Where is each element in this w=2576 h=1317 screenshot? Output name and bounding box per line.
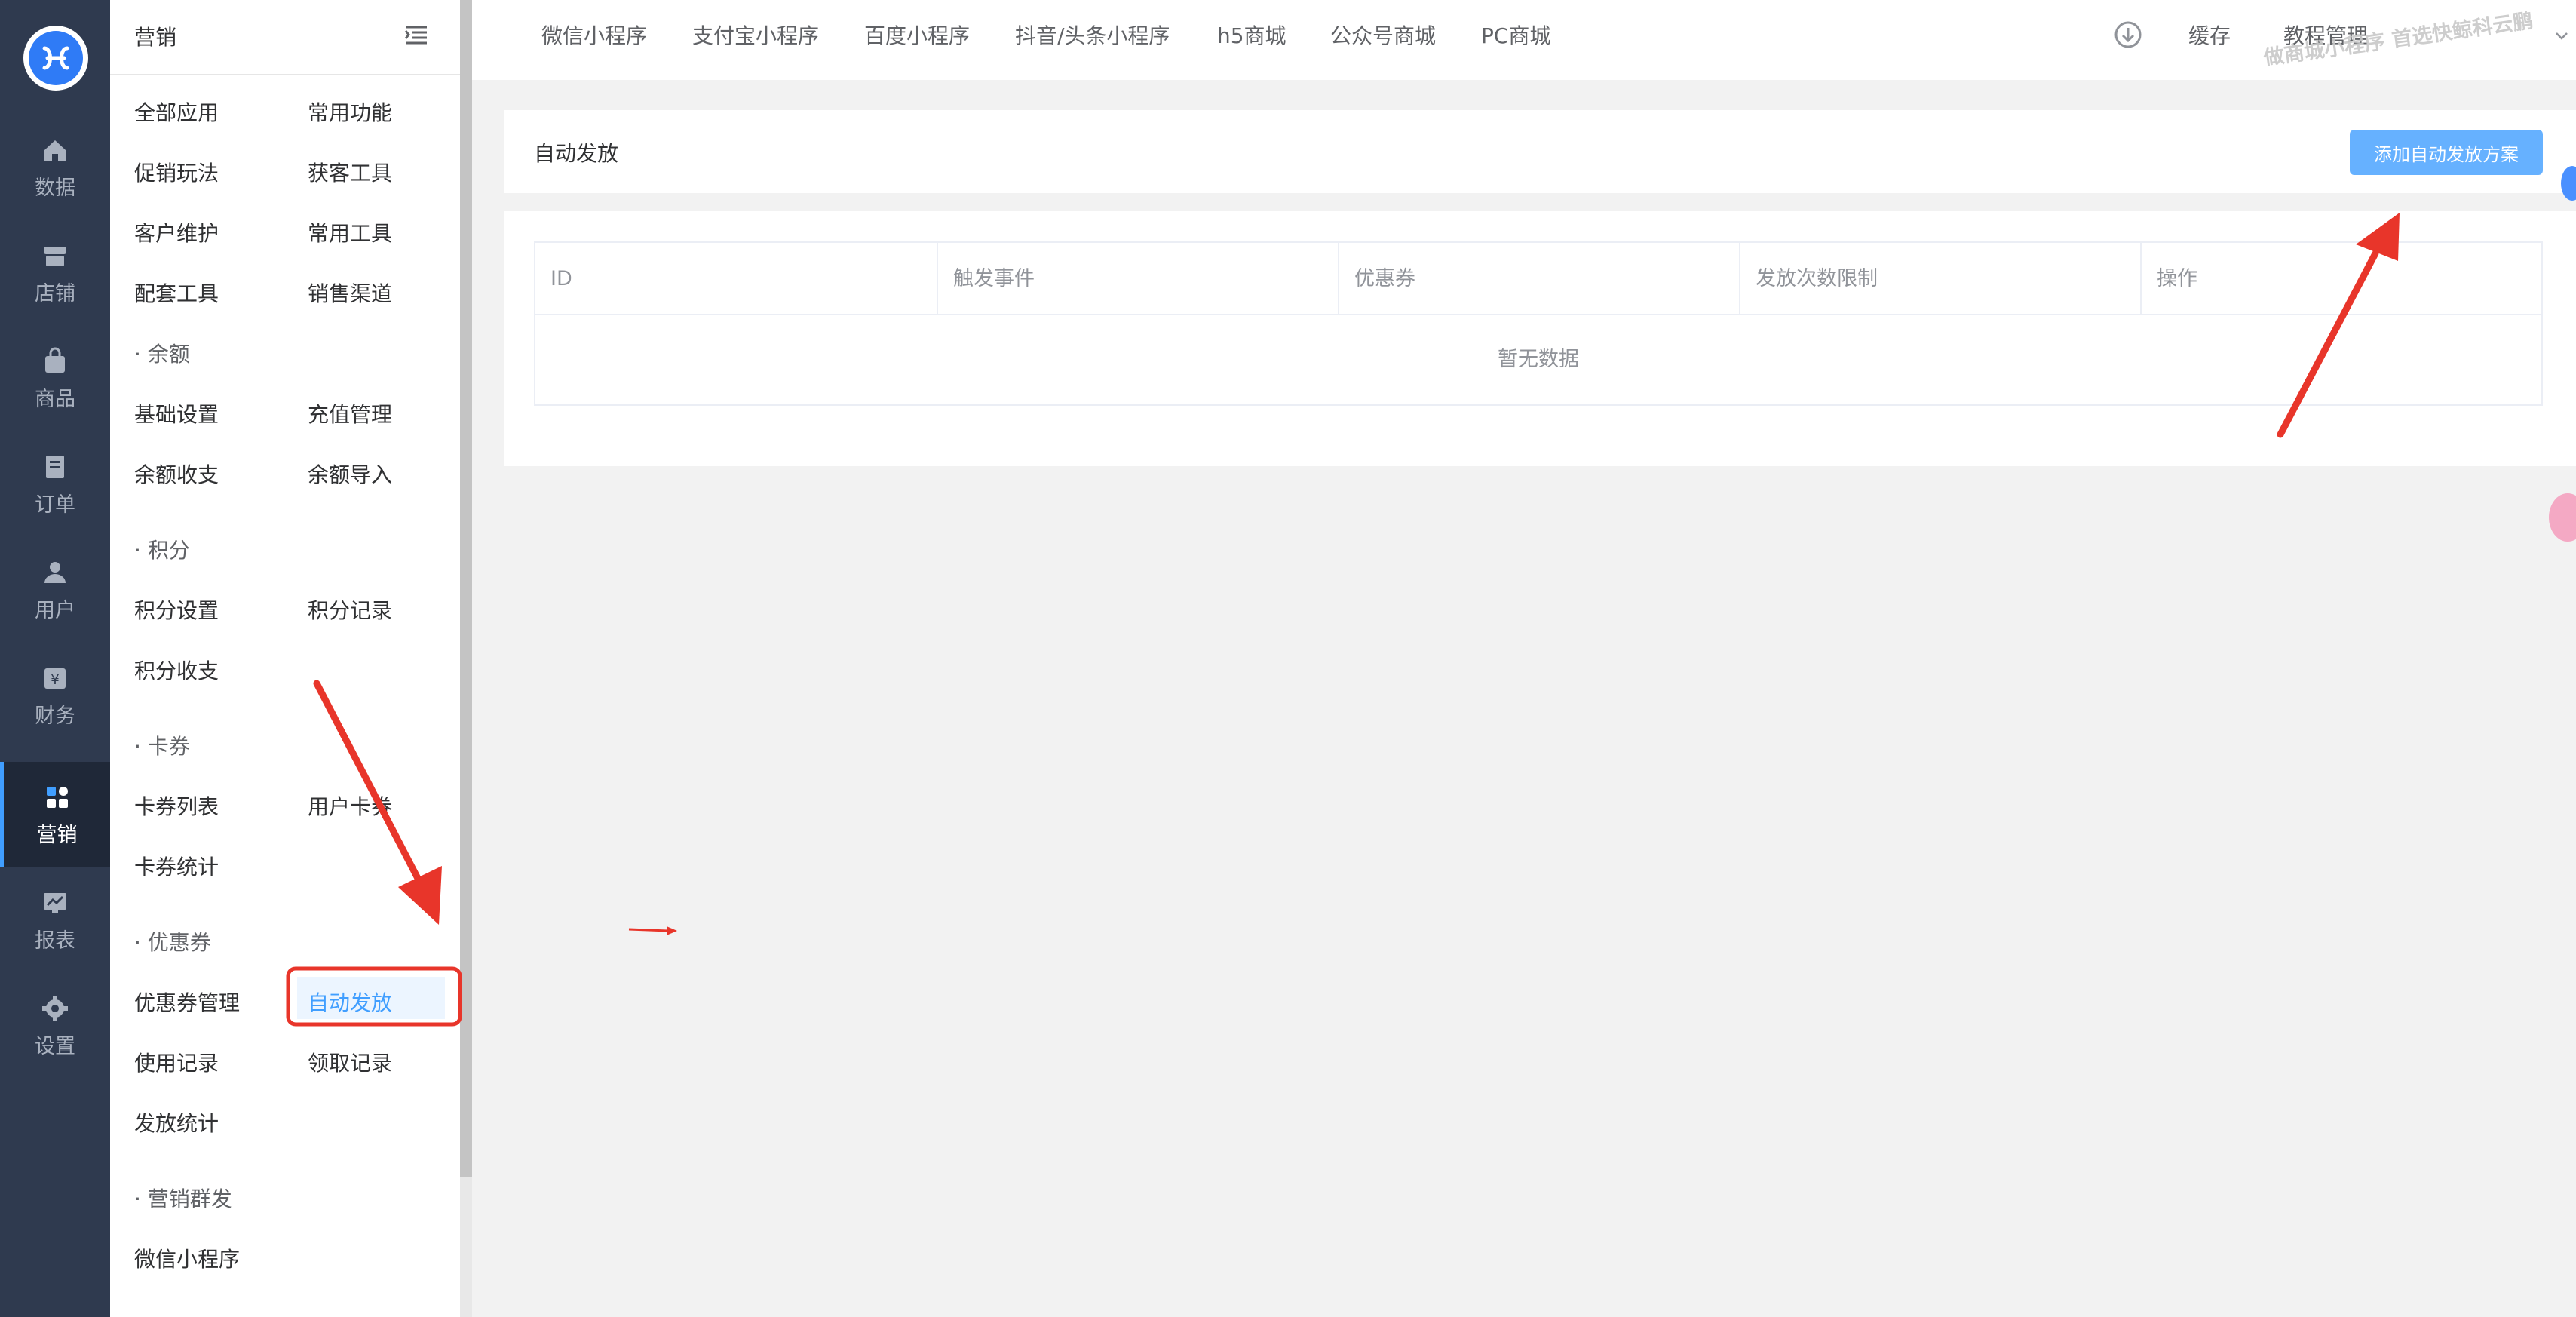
menu-item-recharge[interactable]: 充值管理: [308, 398, 392, 428]
menu-item-usage-record[interactable]: 使用记录: [134, 1047, 219, 1077]
section-balance: · 余额: [134, 342, 190, 367]
order-icon: [46, 455, 64, 478]
menu-item-card-stats[interactable]: 卡券统计: [134, 851, 219, 881]
left-rail: 数据 店铺 商品 订单 用户 ¥ 财务 营销 报表 设置: [0, 0, 110, 1317]
menu-item-balance-import[interactable]: 余额导入: [308, 459, 392, 489]
column-header-limit: 发放次数限制: [1740, 243, 2142, 315]
empty-state-text: 暂无数据: [1498, 348, 1579, 371]
nav-baidu-mini[interactable]: 百度小程序: [864, 20, 970, 50]
column-header-actions: 操作: [2157, 267, 2197, 290]
submenu-scrollbar[interactable]: [460, 0, 472, 1177]
grid-icon: [46, 786, 68, 808]
nav-official-mall[interactable]: 公众号商城: [1330, 20, 1436, 50]
finance-icon: ¥: [44, 668, 66, 689]
annotation-small-arrow: [628, 926, 677, 935]
section-cards: · 卡券: [134, 734, 190, 759]
column-header-coupon: 优惠券: [1339, 243, 1740, 315]
submenu-header: 营销: [110, 0, 460, 75]
column-header-trigger: 触发事件: [938, 243, 1339, 315]
menu-item-wechat-mini[interactable]: 微信小程序: [134, 1243, 240, 1273]
nav-alipay-mini[interactable]: 支付宝小程序: [692, 20, 819, 50]
floating-badge[interactable]: [2561, 166, 2576, 201]
user-icon: [44, 561, 66, 583]
nav-douyin-mini[interactable]: 抖音/头条小程序: [1015, 20, 1170, 50]
table-header: ID 触发事件 优惠券 发放次数限制 操作: [535, 243, 2541, 315]
menu-item-issue-stats[interactable]: 发放统计: [134, 1107, 219, 1137]
rail-label: 报表: [35, 929, 75, 953]
app-logo[interactable]: [23, 26, 88, 91]
rail-label: 店铺: [35, 281, 75, 305]
home-icon: [44, 140, 66, 161]
rail-label: 商品: [35, 387, 75, 411]
menu-item-coupon-manage[interactable]: 优惠券管理: [134, 987, 240, 1017]
menu-item-all-apps[interactable]: 全部应用: [134, 97, 219, 127]
marketing-submenu: 营销 全部应用 常用功能 促销玩法 获客工具 客户维护 常用工具 配套工具 销售…: [110, 0, 460, 1317]
logo-icon: [29, 31, 83, 85]
menu-item-promo[interactable]: 促销玩法: [134, 157, 219, 187]
download-icon[interactable]: [2113, 20, 2143, 50]
rail-item-finance[interactable]: ¥ 财务: [0, 643, 110, 748]
rail-item-data[interactable]: 数据: [0, 115, 110, 220]
column-header-id: ID: [535, 243, 938, 315]
section-points: · 积分: [134, 538, 190, 563]
table-card: ID 触发事件 优惠券 发放次数限制 操作 暂无数据: [504, 211, 2576, 466]
menu-item-channels[interactable]: 销售渠道: [308, 278, 392, 308]
bag-icon: [45, 347, 65, 373]
rail-label: 用户: [35, 598, 75, 622]
menu-item-support[interactable]: 配套工具: [134, 278, 219, 308]
floating-service-button[interactable]: [2549, 493, 2576, 542]
menu-item-balance-flow[interactable]: 余额收支: [134, 459, 219, 489]
chevron-down-icon[interactable]: [2553, 27, 2570, 44]
rail-label: 营销: [36, 823, 78, 847]
menu-item-acquire[interactable]: 获客工具: [308, 157, 392, 187]
rail-label: 设置: [35, 1034, 75, 1058]
nav-h5-mall[interactable]: h5商城: [1217, 20, 1286, 50]
page-header-card: 自动发放 添加自动发放方案: [504, 110, 2576, 193]
chart-icon: [44, 892, 66, 913]
menu-item-points-flow[interactable]: 积分收支: [134, 655, 219, 685]
section-mass-send: · 营销群发: [134, 1187, 232, 1211]
rail-item-reports[interactable]: 报表: [0, 867, 110, 973]
rail-label: 订单: [35, 493, 75, 517]
add-auto-issue-button[interactable]: 添加自动发放方案: [2350, 130, 2543, 175]
menu-item-tools[interactable]: 常用工具: [308, 217, 392, 247]
menu-item-common[interactable]: 常用功能: [308, 97, 392, 127]
rail-item-marketing[interactable]: 营销: [0, 762, 110, 867]
rail-label: 财务: [35, 704, 75, 728]
menu-item-customer[interactable]: 客户维护: [134, 217, 219, 247]
submenu-title: 营销: [134, 25, 177, 50]
rail-item-store[interactable]: 店铺: [0, 220, 110, 326]
store-icon: [44, 246, 66, 266]
svg-text:¥: ¥: [51, 672, 59, 688]
page-title: 自动发放: [534, 141, 619, 166]
collapse-menu-icon[interactable]: [403, 23, 430, 50]
menu-item-basic-settings[interactable]: 基础设置: [134, 398, 219, 428]
auto-issue-table: ID 触发事件 优惠券 发放次数限制 操作 暂无数据: [534, 241, 2543, 406]
rail-item-settings[interactable]: 设置: [0, 973, 110, 1079]
cache-button[interactable]: 缓存: [2188, 20, 2231, 50]
menu-item-claim-record[interactable]: 领取记录: [308, 1047, 392, 1077]
section-coupon: · 优惠券: [134, 930, 211, 955]
menu-item-card-list[interactable]: 卡券列表: [134, 791, 219, 821]
rail-label: 数据: [35, 176, 75, 200]
gear-icon: [42, 995, 68, 1021]
top-nav-bar: 微信小程序 支付宝小程序 百度小程序 抖音/头条小程序 h5商城 公众号商城 P…: [472, 0, 2576, 80]
rail-item-users[interactable]: 用户: [0, 537, 110, 643]
menu-item-points-record[interactable]: 积分记录: [308, 594, 392, 625]
menu-item-points-settings[interactable]: 积分设置: [134, 594, 219, 625]
menu-item-auto-issue[interactable]: 自动发放: [308, 987, 392, 1017]
rail-item-goods[interactable]: 商品: [0, 326, 110, 431]
rail-item-orders[interactable]: 订单: [0, 431, 110, 537]
menu-item-user-cards[interactable]: 用户卡券: [308, 791, 392, 821]
nav-wechat-mini[interactable]: 微信小程序: [541, 20, 647, 50]
nav-pc-mall[interactable]: PC商城: [1481, 20, 1550, 50]
